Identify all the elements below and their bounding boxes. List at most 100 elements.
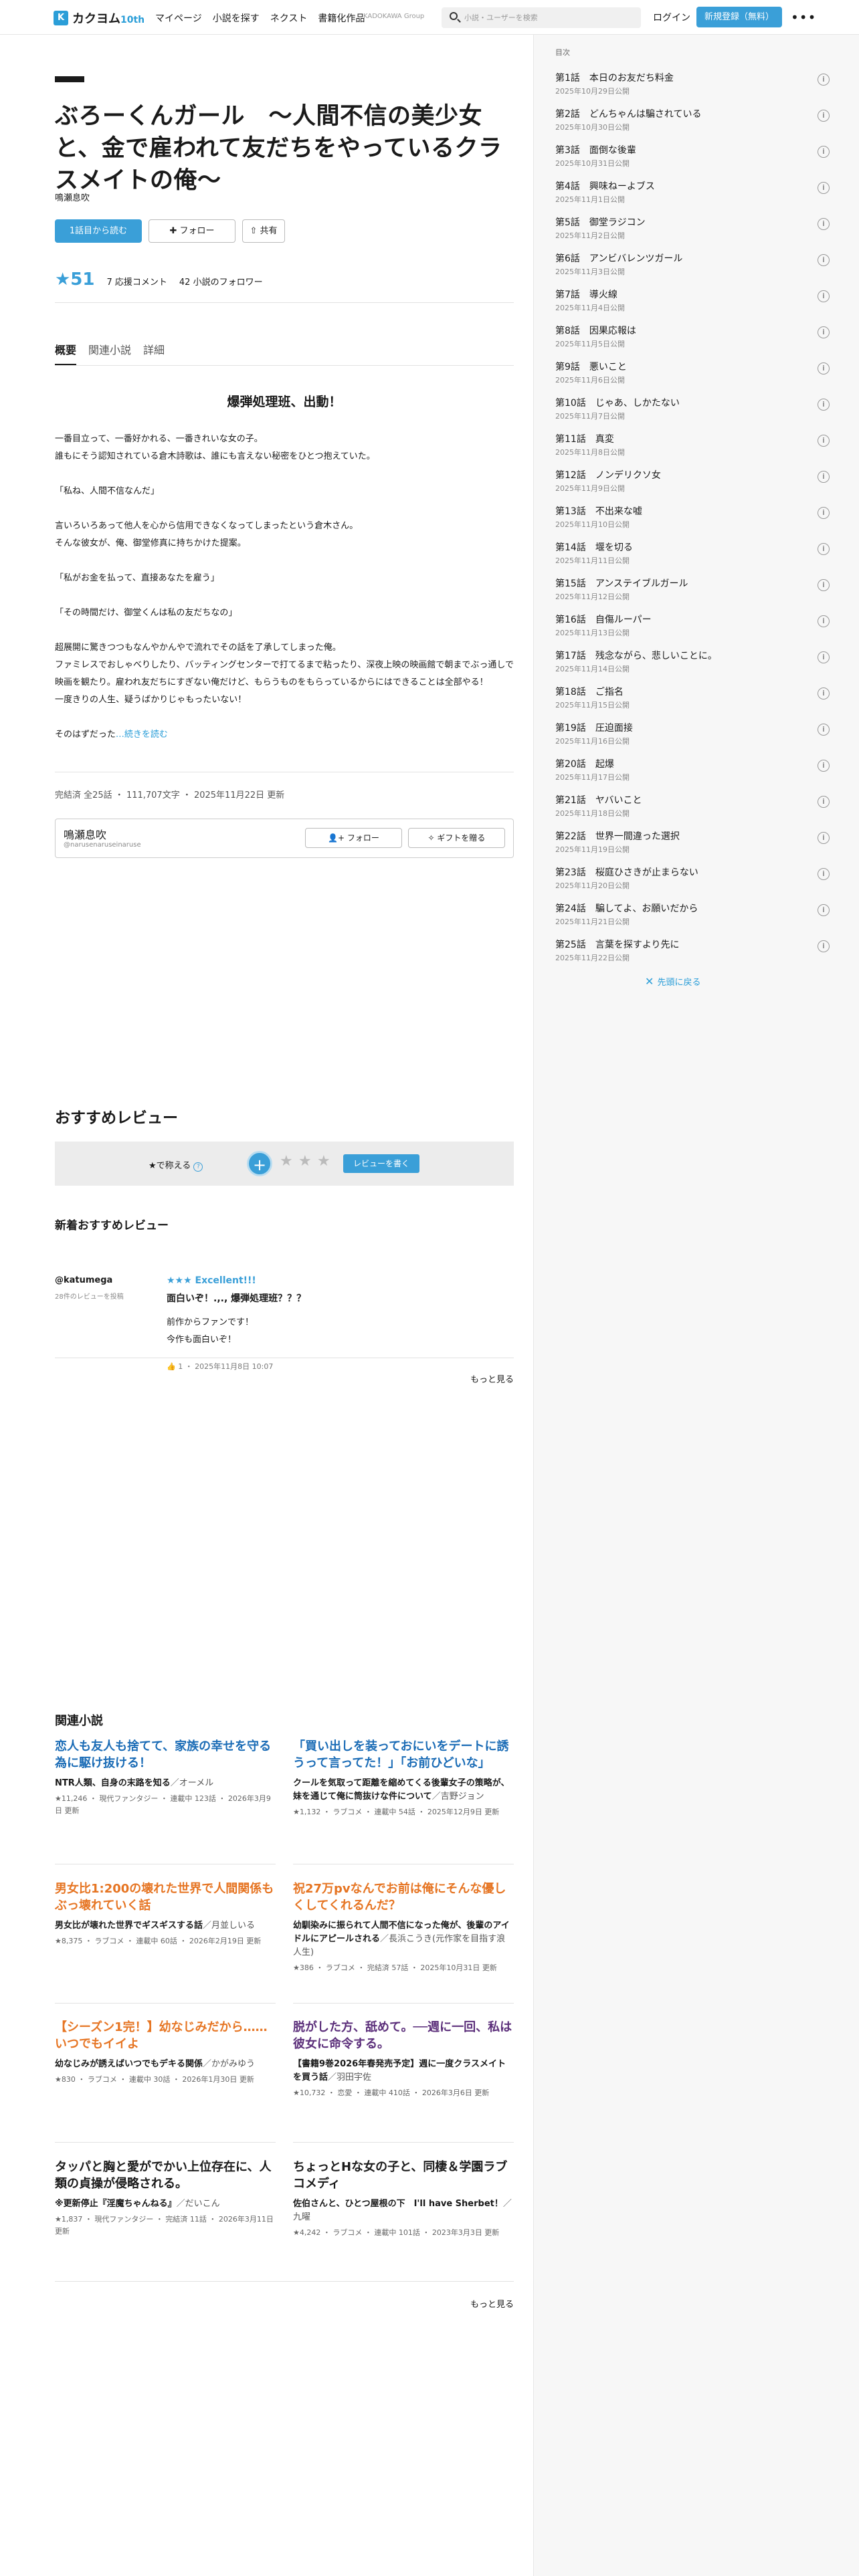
related-card[interactable]: 祝27万pvなんでお前は俺にそんな優しくしてくれるんだ？ 幼馴染みに振られて人間…	[293, 1881, 514, 1974]
episode-item[interactable]: 第4話 興味ねーよブス 2025年11月1日公開 i	[555, 179, 830, 215]
tab-related[interactable]: 関連小説	[88, 341, 131, 366]
follow-work-button[interactable]: ✚ フォロー	[149, 219, 235, 243]
info-icon[interactable]: i	[818, 471, 830, 483]
info-icon[interactable]: i	[818, 543, 830, 555]
info-icon[interactable]: i	[818, 832, 830, 844]
episode-item[interactable]: 第24話 騙してよ、お願いだから 2025年11月21日公開 i	[555, 901, 830, 938]
related-title: 祝27万pvなんでお前は俺にそんな優しくしてくれるんだ？	[293, 1882, 506, 1913]
info-icon[interactable]: i	[818, 254, 830, 266]
related-card[interactable]: 【シーズン1完！】幼なじみだから……いつでもイイよ 幼なじみが誘えばいつでもデキ…	[55, 2019, 276, 2086]
episode-date: 2025年11月12日公開	[555, 593, 630, 601]
related-card[interactable]: ちょっとHな女の子と、同棲＆学園ラブコメディ 佐伯さんと、ひとつ屋根の下 I'l…	[293, 2159, 514, 2239]
tab-overview[interactable]: 概要	[55, 341, 77, 366]
info-icon[interactable]: i	[818, 651, 830, 663]
episode-item[interactable]: 第17話 残念ながら、悲しいことに。 2025年11月14日公開 i	[555, 649, 830, 685]
info-icon[interactable]: i	[818, 74, 830, 86]
related-catch: 幼馴染みに振られて人間不信になった俺が、後輩のアイドルにアピールされる／長浜こう…	[293, 1921, 510, 1957]
episode-item[interactable]: 第20話 起爆 2025年11月17日公開 i	[555, 757, 830, 793]
add-star-button[interactable]: +	[247, 1151, 272, 1176]
episode-item[interactable]: 第14話 堰を切る 2025年11月11日公開 i	[555, 540, 830, 576]
episode-item[interactable]: 第1話 本日のお友だち料金 2025年10月29日公開 i	[555, 71, 830, 107]
logo-text: カクヨム10th	[72, 12, 145, 26]
episode-item[interactable]: 第15話 アンステイブルガール 2025年11月12日公開 i	[555, 576, 830, 613]
episode-item[interactable]: 第18話 ご指名 2025年11月15日公開 i	[555, 685, 830, 721]
related-card[interactable]: タッパと胸と愛がでかい上位存在に、人類の貞操が侵略される。 ※更新停止『淫魔ちゃ…	[55, 2159, 276, 2238]
more-menu-icon[interactable]: •••	[791, 9, 816, 25]
nav-published-works[interactable]: 書籍化作品	[318, 11, 365, 25]
review-title[interactable]: 面白いぞ！.,., 爆弾処理班？？？	[167, 1291, 514, 1305]
nav-mypage[interactable]: マイページ	[155, 11, 202, 25]
episode-item[interactable]: 第7話 導火線 2025年11月4日公開 i	[555, 288, 830, 324]
episode-item[interactable]: 第3話 面倒な後輩 2025年10月31日公開 i	[555, 143, 830, 179]
info-icon[interactable]: i	[818, 435, 830, 447]
search-icon[interactable]	[450, 12, 458, 20]
follow-author-button[interactable]: 👤+ フォロー	[305, 828, 402, 848]
info-icon[interactable]: i	[818, 362, 830, 374]
star-icon[interactable]: ★	[298, 1153, 312, 1170]
info-icon[interactable]: i	[818, 904, 830, 916]
related-card[interactable]: 脱がした方、舐めて。──週に一回、私は彼女に命令する。 【書籍9巻2026年春発…	[293, 2019, 514, 2099]
episode-item[interactable]: 第19話 圧迫面接 2025年11月16日公開 i	[555, 721, 830, 757]
related-card[interactable]: 「買い出しを装っておにいをデートに誘うって言ってた！」「お前ひどいな」 クールを…	[293, 1738, 514, 1818]
star-icon[interactable]: ★	[317, 1153, 330, 1170]
episode-item[interactable]: 第8話 因果応報は 2025年11月5日公開 i	[555, 324, 830, 360]
more-related-link[interactable]: もっと見る	[470, 2297, 514, 2310]
episode-item[interactable]: 第9話 悪いこと 2025年11月6日公開 i	[555, 360, 830, 396]
info-icon[interactable]: i	[818, 146, 830, 158]
episode-item[interactable]: 第12話 ノンデリクソ女 2025年11月9日公開 i	[555, 468, 830, 504]
send-gift-button[interactable]: ✧ ギフトを贈る	[408, 828, 505, 848]
follower-count[interactable]: 42 小説のフォロワー	[179, 275, 263, 288]
info-icon[interactable]: i	[818, 724, 830, 736]
info-icon[interactable]: i	[818, 760, 830, 772]
info-icon[interactable]: i	[818, 218, 830, 230]
star-icon[interactable]: ★	[280, 1153, 293, 1170]
episode-item[interactable]: 第2話 どんちゃんは騙されている 2025年10月30日公開 i	[555, 107, 830, 143]
episode-item[interactable]: 第10話 じゃあ、しかたない 2025年11月7日公開 i	[555, 396, 830, 432]
info-icon[interactable]: i	[818, 940, 830, 952]
support-comment-count[interactable]: 7 応援コメント	[107, 275, 167, 288]
nav-next[interactable]: ネクスト	[270, 11, 308, 25]
related-title: タッパと胸と愛がでかい上位存在に、人類の貞操が侵略される。	[55, 2160, 272, 2191]
write-review-button[interactable]: レビューを書く	[343, 1154, 419, 1173]
episode-item[interactable]: 第22話 世界一間違った選択 2025年11月19日公開 i	[555, 829, 830, 865]
episode-title: 第20話 起爆	[555, 759, 614, 770]
related-card[interactable]: 恋人も友人も捨てて、家族の幸せを守る為に駆け抜ける！ NTR人類、自身の末路を知…	[55, 1738, 276, 1817]
info-icon[interactable]: i	[818, 326, 830, 338]
related-card[interactable]: 男女比1:200の壊れた世界で人間関係もぶっ壊れていく話 男女比が壊れた世界でギ…	[55, 1881, 276, 1947]
read-first-episode-button[interactable]: 1話目から読む	[55, 219, 142, 243]
back-to-top-link[interactable]: ✕ 先頭に戻る	[645, 975, 701, 988]
info-icon[interactable]: i	[818, 182, 830, 194]
episode-item[interactable]: 第21話 ヤバいこと 2025年11月18日公開 i	[555, 793, 830, 829]
tab-details[interactable]: 詳細	[143, 341, 165, 366]
login-link[interactable]: ログイン	[653, 11, 690, 24]
info-icon[interactable]: i	[818, 579, 830, 591]
star-count[interactable]: ★51	[55, 270, 95, 290]
info-icon[interactable]: i	[818, 868, 830, 880]
info-icon[interactable]: i	[818, 687, 830, 700]
info-icon[interactable]: i	[818, 110, 830, 122]
info-icon[interactable]: i	[818, 290, 830, 302]
nav-search-novels[interactable]: 小説を探す	[213, 11, 260, 25]
episode-item[interactable]: 第16話 自傷ルーパー 2025年11月13日公開 i	[555, 613, 830, 649]
info-icon[interactable]: i	[818, 615, 830, 627]
site-logo[interactable]: K カクヨム10th	[54, 9, 145, 27]
episode-item[interactable]: 第6話 アンビバレンツガール 2025年11月3日公開 i	[555, 251, 830, 288]
info-icon[interactable]: i	[818, 399, 830, 411]
author-card-name[interactable]: 鳴瀬息吹	[64, 826, 106, 842]
continue-reading-link[interactable]: …続きを読む	[116, 730, 168, 740]
episode-item[interactable]: 第5話 御堂ラジコン 2025年11月2日公開 i	[555, 215, 830, 251]
help-icon[interactable]: ?	[193, 1162, 203, 1172]
signup-button[interactable]: 新規登録（無料）	[696, 7, 782, 27]
author-link[interactable]: 鳴瀬息吹	[55, 191, 90, 203]
episode-item[interactable]: 第25話 言葉を探すより先に 2025年11月22日公開 i	[555, 938, 830, 974]
episode-item[interactable]: 第11話 真変 2025年11月8日公開 i	[555, 432, 830, 468]
reviewer-name[interactable]: @katumega	[55, 1275, 112, 1285]
related-title: 男女比1:200の壊れた世界で人間関係もぶっ壊れていく話	[55, 1882, 274, 1913]
episode-item[interactable]: 第13話 不出来な嘘 2025年11月10日公開 i	[555, 504, 830, 540]
info-icon[interactable]: i	[818, 796, 830, 808]
episode-item[interactable]: 第23話 桜庭ひさきが止まらない 2025年11月20日公開 i	[555, 865, 830, 901]
info-icon[interactable]: i	[818, 507, 830, 519]
more-reviews-link[interactable]: もっと見る	[470, 1372, 514, 1385]
share-button[interactable]: ⇧ 共有	[242, 219, 285, 243]
search-input[interactable]	[464, 11, 632, 24]
